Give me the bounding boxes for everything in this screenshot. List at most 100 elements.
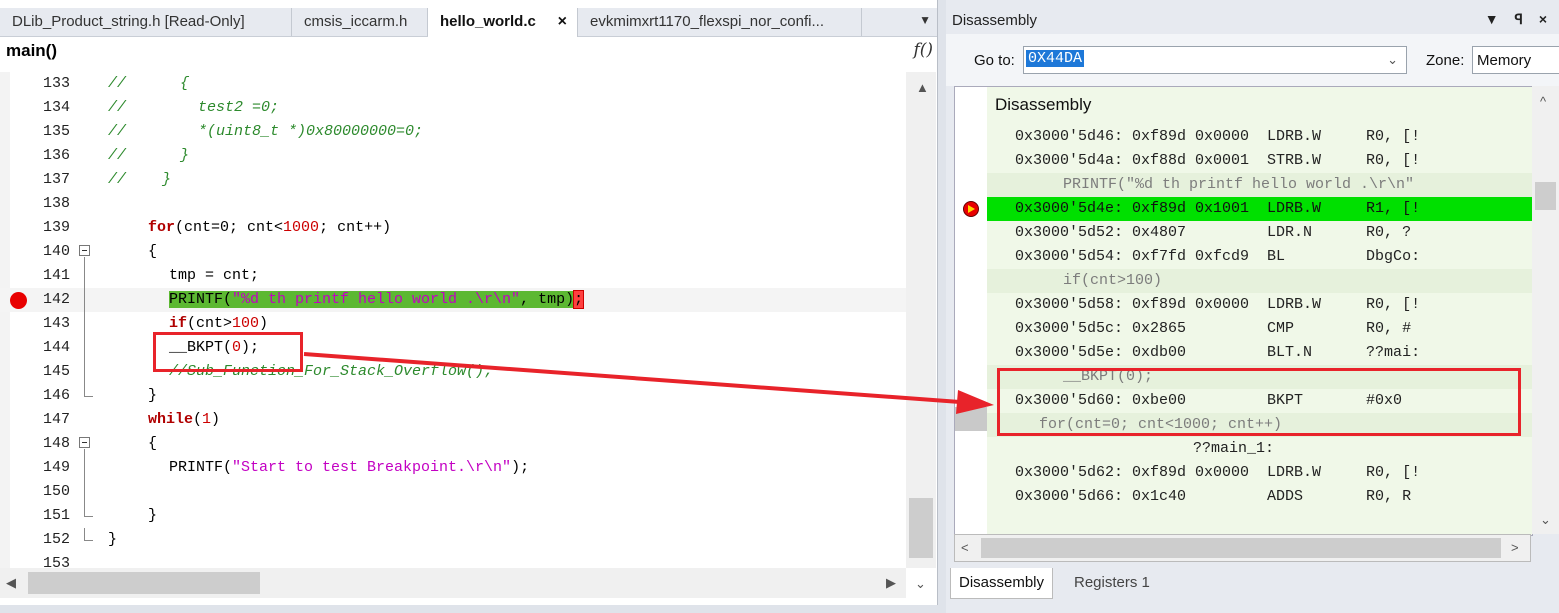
line-number: 149 <box>42 459 70 476</box>
scroll-left-icon[interactable]: ◀ <box>6 575 16 591</box>
scroll-down-icon[interactable]: ⌄ <box>1540 512 1551 528</box>
code-text: } <box>148 387 158 404</box>
scroll-up-icon[interactable]: ^ <box>1540 94 1546 109</box>
code-line: 139 for(cnt=0; cnt<1000; cnt++) <box>0 216 906 240</box>
function-list-icon[interactable]: f() <box>913 40 933 60</box>
tab-hello-world[interactable]: hello_world.c × <box>428 8 578 37</box>
source-row[interactable]: PRINTF("%d th printf hello world .\r\n" <box>987 173 1532 197</box>
listing-header: Disassembly <box>995 95 1092 114</box>
asm-row[interactable]: 0x3000'5d5c: 0x2865 CMP R0, # <box>987 317 1532 341</box>
code-line-current: 142 PRINTF("%d th printf hello world .\r… <box>0 288 906 312</box>
close-icon[interactable]: × <box>558 8 567 36</box>
goto-address-input[interactable]: 0X44DA ⌄ <box>1023 46 1407 74</box>
tab-overflow-icon[interactable]: ▼ <box>919 13 931 27</box>
code-line: 152} <box>0 528 906 552</box>
disassembly-listing[interactable]: Disassembly 0x3000'5d46: 0xf89d 0x0000 L… <box>954 86 1533 536</box>
scroll-right-icon[interactable]: > <box>1511 540 1519 555</box>
line-number: 152 <box>42 531 70 548</box>
code-text: // *(uint8_t *)0x80000000=0; <box>108 123 424 140</box>
program-counter-icon <box>963 201 979 217</box>
line-number: 150 <box>42 483 70 500</box>
disassembly-horizontal-scrollbar[interactable]: < > <box>954 534 1531 562</box>
code-line: 137 // } <box>0 168 906 192</box>
line-number: 140 <box>42 243 70 260</box>
line-number: 151 <box>42 507 70 524</box>
goto-label: Go to: <box>974 52 1015 69</box>
scroll-thumb[interactable] <box>981 538 1501 558</box>
tab-registers-1[interactable]: Registers 1 <box>1066 568 1158 598</box>
code-line: 145//Sub_Function_For_Stack_Overflow(); <box>0 360 906 384</box>
disassembly-vertical-scrollbar[interactable]: ^ ⌄ <box>1532 86 1559 534</box>
code-line: 153 <box>0 552 906 568</box>
code-line: 147 while(1) <box>0 408 906 432</box>
code-line: 143 if(cnt>100) <box>0 312 906 336</box>
asm-row[interactable]: 0x3000'5d52: 0x4807 LDR.N R0, ? <box>987 221 1532 245</box>
chevron-down-icon[interactable]: ⌄ <box>915 576 926 592</box>
annotation-box-source <box>153 332 303 372</box>
disassembly-gutter <box>955 87 987 535</box>
scroll-right-icon[interactable]: ▶ <box>886 575 896 591</box>
asm-row[interactable]: 0x3000'5d46: 0xf89d 0x0000 LDRB.W R0, [! <box>987 125 1532 149</box>
scroll-thumb[interactable] <box>28 572 260 594</box>
tab-cmsis-iccarm[interactable]: cmsis_iccarm.h <box>292 8 428 36</box>
code-text: tmp = cnt; <box>169 267 260 284</box>
editor-horizontal-scrollbar[interactable]: ◀ ▶ <box>0 568 906 598</box>
code-editor[interactable]: 133 // { 134 // test2 =0; 135 // *(uint8_t … <box>0 72 906 568</box>
tab-disassembly[interactable]: Disassembly <box>950 568 1054 599</box>
code-line: 146} <box>0 384 906 408</box>
asm-row[interactable]: 0x3000'5d66: 0x1c40 ADDS R0, R <box>987 485 1532 509</box>
scroll-thumb[interactable] <box>1535 182 1556 210</box>
editor-vertical-scrollbar[interactable]: ▲ <box>906 72 936 568</box>
code-text: PRINTF("%d th printf hello world .\r\n",… <box>169 290 585 309</box>
line-number: 143 <box>42 315 70 332</box>
code-line: 135 // *(uint8_t *)0x80000000=0; <box>0 120 906 144</box>
code-line: 140 { <box>0 240 906 264</box>
line-number: 147 <box>42 411 70 428</box>
tab-flexspi-nor-config[interactable]: evkmimxrt1170_flexspi_nor_confi... <box>578 8 862 36</box>
code-line: 136 // } <box>0 144 906 168</box>
scroll-thumb[interactable] <box>909 498 933 558</box>
disassembly-pane: Disassembly ▼ ꟼ × Go to: 0X44DA ⌄ Zone: … <box>946 0 1559 613</box>
code-text: PRINTF("Start to test Breakpoint.\r\n"); <box>169 459 530 476</box>
line-number: 136 <box>42 147 70 164</box>
pane-controls[interactable]: ▼ ꟼ × <box>1485 11 1553 28</box>
asm-row-current[interactable]: 0x3000'5d4e: 0xf89d 0x1001 LDRB.W R1, [! <box>987 197 1532 221</box>
label-row[interactable]: ??main_1: <box>987 437 1532 461</box>
zone-label: Zone: <box>1426 52 1465 69</box>
tab-dlib-product-string[interactable]: DLib_Product_string.h [Read-Only] <box>0 8 292 36</box>
fold-toggle[interactable] <box>79 437 90 448</box>
chevron-down-icon[interactable]: ⌄ <box>1387 52 1398 68</box>
code-text: for(cnt=0; cnt<1000; cnt++) <box>148 219 392 236</box>
line-number: 141 <box>42 267 70 284</box>
code-text: } <box>148 507 158 524</box>
goto-address-value: 0X44DA <box>1026 50 1085 67</box>
asm-row[interactable]: 0x3000'5d58: 0xf89d 0x0000 LDRB.W R0, [! <box>987 293 1532 317</box>
code-line: 134 // test2 =0; <box>0 96 906 120</box>
asm-row[interactable]: 0x3000'5d4a: 0xf88d 0x0001 STRB.W R0, [! <box>987 149 1532 173</box>
asm-row[interactable]: 0x3000'5d5e: 0xdb00 BLT.N ??mai: <box>987 341 1532 365</box>
gutter-marker <box>955 407 987 431</box>
scroll-up-icon[interactable]: ▲ <box>916 80 929 95</box>
code-text: if(cnt>100) <box>169 315 269 332</box>
zone-select[interactable]: Memory <box>1472 46 1559 74</box>
line-number: 144 <box>42 339 70 356</box>
source-row[interactable]: if(cnt>100) <box>987 269 1532 293</box>
function-bar: main() f() <box>0 37 937 65</box>
code-line: 141 tmp = cnt; <box>0 264 906 288</box>
scroll-left-icon[interactable]: < <box>961 540 969 555</box>
disassembly-title-bar: Disassembly ▼ ꟼ × <box>946 8 1559 34</box>
code-line: 150 <box>0 480 906 504</box>
line-number: 142 <box>42 291 70 308</box>
tab-label: DLib_Product_string.h [Read-Only] <box>12 13 245 30</box>
code-line: 144 __BKPT(0); <box>0 336 906 360</box>
asm-row[interactable]: 0x3000'5d54: 0xf7fd 0xfcd9 BL DbgCo: <box>987 245 1532 269</box>
function-selector[interactable]: main() <box>6 41 57 61</box>
line-number: 138 <box>42 195 70 212</box>
line-number: 133 <box>42 75 70 92</box>
code-line: 138 <box>0 192 906 216</box>
fold-toggle[interactable] <box>79 245 90 256</box>
line-number: 137 <box>42 171 70 188</box>
code-text: // { <box>108 75 190 92</box>
asm-row[interactable]: 0x3000'5d62: 0xf89d 0x0000 LDRB.W R0, [! <box>987 461 1532 485</box>
line-number: 134 <box>42 99 70 116</box>
